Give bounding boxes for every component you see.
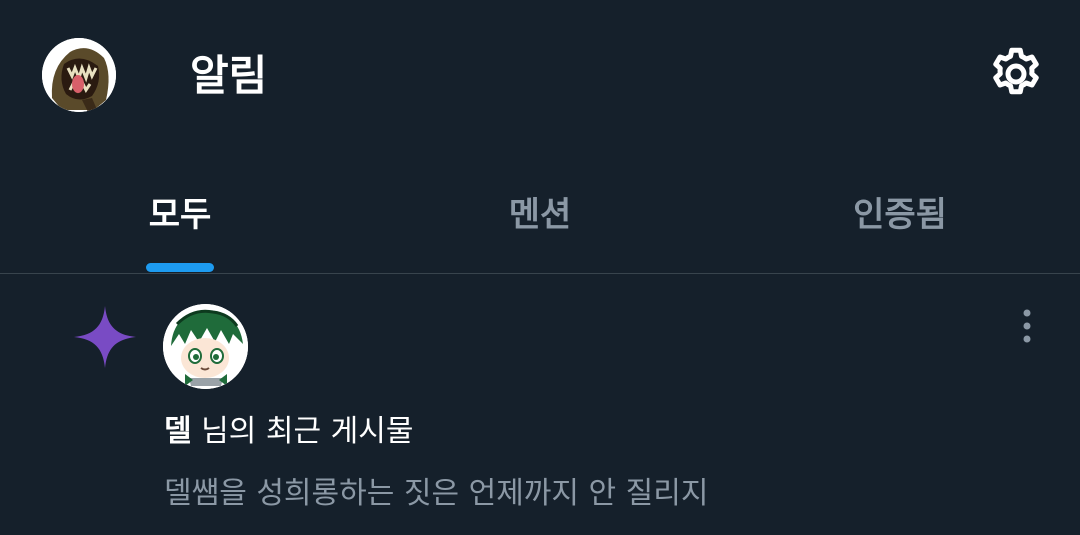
notification-preview: 델쌤을 성희롱하는 짓은 언제까지 안 질리지: [164, 476, 709, 511]
profile-avatar-image: [42, 38, 116, 112]
more-vertical-icon[interactable]: [1008, 306, 1046, 346]
gear-icon[interactable]: [986, 44, 1046, 104]
active-tab-indicator: [146, 263, 214, 272]
sparkle-icon-graphic: [74, 306, 136, 368]
tab-mentions[interactable]: 멘션: [470, 190, 610, 250]
more-vertical-icon-graphic: [1023, 309, 1031, 343]
gear-icon-graphic: [993, 47, 1039, 95]
sparkle-icon: [74, 306, 136, 368]
notifications-screen: 알림 모두 멘션 인증됨 델 님의 최근 게시물 델쌤을 성희롱하는 짓은 언제…: [0, 0, 1080, 535]
user-avatar-image: [163, 304, 248, 389]
page-title: 알림: [190, 51, 268, 100]
notification-text: 델 님의 최근 게시물: [164, 410, 413, 454]
notification-item[interactable]: 델 님의 최근 게시물 델쌤을 성희롱하는 짓은 언제까지 안 질리지: [0, 274, 1080, 535]
tab-verified[interactable]: 인증됨: [820, 190, 980, 250]
notification-username[interactable]: 델: [164, 414, 192, 449]
profile-avatar[interactable]: [42, 38, 116, 112]
notification-message: 님의 최근 게시물: [191, 414, 414, 449]
tab-all[interactable]: 모두: [110, 190, 250, 250]
user-avatar[interactable]: [163, 304, 248, 389]
tab-bar: 모두 멘션 인증됨: [0, 160, 1080, 274]
header: 알림: [0, 0, 1080, 150]
